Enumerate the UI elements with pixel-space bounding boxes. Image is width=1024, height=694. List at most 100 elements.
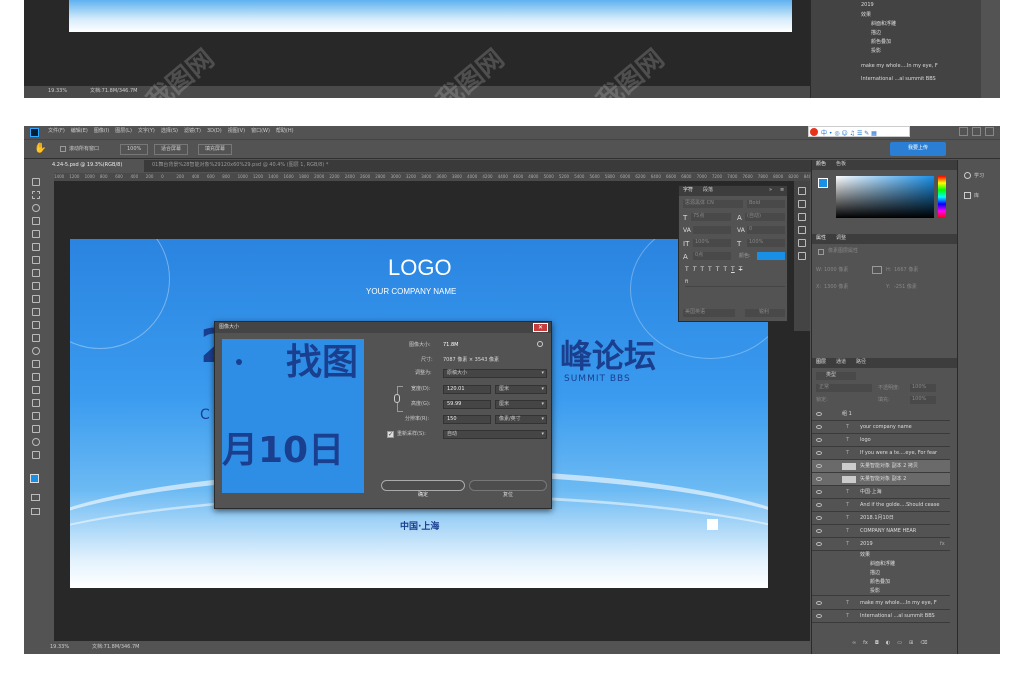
- dodge-tool-icon[interactable]: [32, 360, 40, 368]
- menu-select[interactable]: 选择(S): [161, 128, 178, 135]
- stamp-tool-icon[interactable]: [32, 295, 40, 303]
- zoom-100-button[interactable]: 100%: [120, 144, 149, 155]
- layer-row[interactable]: T If you were a te....eye, For fear: [812, 447, 950, 460]
- tab-layers[interactable]: 图层: [816, 359, 826, 366]
- library-label[interactable]: 库: [974, 193, 979, 200]
- eye-icon[interactable]: [816, 542, 822, 546]
- dialog-close-icon[interactable]: ✕: [533, 323, 548, 332]
- type-tool-icon[interactable]: [32, 386, 40, 394]
- layer-row[interactable]: T 2019 fx: [812, 538, 950, 551]
- strikethrough-button[interactable]: T: [739, 266, 743, 274]
- eye-icon[interactable]: [816, 490, 822, 494]
- hscale-input[interactable]: 100%: [747, 239, 785, 247]
- layer-row[interactable]: T And if the golde....Should cease: [812, 499, 950, 512]
- layer-row[interactable]: T 中国·上海: [812, 486, 950, 499]
- tab-channels[interactable]: 通道: [836, 359, 846, 366]
- vscale-input[interactable]: 100%: [693, 239, 731, 247]
- faux-bold-button[interactable]: T: [685, 266, 689, 274]
- props-w-value[interactable]: 1000 像素: [824, 267, 848, 274]
- menu-file[interactable]: 文件(F): [48, 128, 65, 135]
- layer-row[interactable]: Tyour company name: [812, 421, 950, 434]
- props-y-value[interactable]: -251 像素: [894, 284, 917, 291]
- res-input[interactable]: 150: [443, 415, 491, 424]
- top-layer-text1[interactable]: make my whole....In my eye, F: [861, 63, 938, 70]
- props-x-value[interactable]: 1300 像素: [824, 284, 848, 291]
- gradient-tool-icon[interactable]: [32, 334, 40, 342]
- layer-effect-item[interactable]: 颜色叠加: [812, 578, 950, 587]
- library-icon[interactable]: [964, 192, 971, 199]
- collapse-icon[interactable]: »: [769, 187, 772, 194]
- eraser-tool-icon[interactable]: [32, 321, 40, 329]
- menu-window[interactable]: 窗口(W): [251, 128, 270, 135]
- layer-effect-item[interactable]: 投影: [812, 587, 950, 596]
- zoom-tool-icon[interactable]: [32, 438, 40, 446]
- faux-italic-button[interactable]: T: [693, 266, 697, 274]
- marquee-tool-icon[interactable]: [32, 191, 40, 199]
- pen-tool-icon[interactable]: [32, 373, 40, 381]
- width-input[interactable]: 120.01: [443, 385, 491, 394]
- height-input[interactable]: 59.99: [443, 400, 491, 409]
- link-icon[interactable]: [394, 394, 400, 403]
- baseline-input[interactable]: 0点: [693, 252, 731, 260]
- mask-icon[interactable]: ◘: [875, 640, 879, 650]
- antialias-select[interactable]: 锐利: [745, 309, 785, 317]
- layer-row[interactable]: T International ...al summit BBS: [812, 610, 950, 623]
- window-max-button[interactable]: [972, 127, 981, 136]
- tab-active[interactable]: 4.24-5.psd @ 19.3%(RGB/8): [44, 160, 144, 172]
- upload-button[interactable]: 我要上传: [890, 142, 946, 156]
- fit-select[interactable]: 原稿大小 ▾: [443, 369, 547, 378]
- quick-select-icon[interactable]: [32, 217, 40, 225]
- menu-3d[interactable]: 3D(D): [207, 128, 222, 135]
- character-panel-icon[interactable]: [798, 200, 806, 208]
- hand-tool-icon[interactable]: ✋: [34, 143, 46, 154]
- kerning-input[interactable]: [693, 226, 731, 234]
- menu-view[interactable]: 视图(V): [228, 128, 245, 135]
- eye-icon[interactable]: [816, 516, 822, 520]
- new-layer-icon[interactable]: ⊞: [909, 640, 913, 650]
- layer-row-selected[interactable]: 矢量智能对象 副本 2: [812, 473, 950, 486]
- hand-tool-icon-2[interactable]: [32, 425, 40, 433]
- menu-image[interactable]: 图像(I): [94, 128, 109, 135]
- blur-tool-icon[interactable]: [32, 347, 40, 355]
- reset-button[interactable]: 复位: [469, 480, 547, 498]
- ok-button[interactable]: 确定: [381, 480, 465, 498]
- screen-mode-icon[interactable]: [31, 508, 40, 515]
- quickmask-icon[interactable]: [31, 494, 40, 501]
- tab-paths[interactable]: 路径: [856, 359, 866, 366]
- eye-icon[interactable]: [816, 614, 822, 618]
- learn-icon[interactable]: [964, 172, 971, 179]
- height-unit-select[interactable]: 厘米 ▾: [495, 400, 547, 409]
- width-unit-select[interactable]: 厘米 ▾: [495, 385, 547, 394]
- resample-select[interactable]: 自动 ▾: [443, 430, 547, 439]
- brush-tool-icon[interactable]: [32, 282, 40, 290]
- eye-icon[interactable]: [816, 464, 822, 468]
- navigator-panel-icon[interactable]: [798, 226, 806, 234]
- superscript-button[interactable]: T: [716, 266, 720, 274]
- layer-effect-item[interactable]: 描边: [812, 569, 950, 578]
- scroll-all-checkbox[interactable]: [60, 146, 66, 152]
- window-close-button[interactable]: [985, 127, 994, 136]
- opacity-input[interactable]: 100%: [910, 384, 936, 392]
- layer-row[interactable]: Tmake my whole....In my eye, F: [812, 597, 950, 610]
- tab-swatches[interactable]: 色板: [836, 161, 846, 168]
- tab-character[interactable]: 字符: [683, 187, 693, 194]
- text-color-swatch[interactable]: [757, 252, 785, 260]
- link-layers-icon[interactable]: ∞: [852, 640, 856, 650]
- window-min-button[interactable]: [959, 127, 968, 136]
- crop-tool-icon[interactable]: [32, 230, 40, 238]
- path-select-icon[interactable]: [32, 399, 40, 407]
- lasso-tool-icon[interactable]: [32, 204, 40, 212]
- hue-slider[interactable]: [938, 176, 946, 218]
- layer-effect-item[interactable]: 斜面和浮雕: [812, 560, 950, 569]
- layer-row[interactable]: T COMPANY NAME HEAR: [812, 525, 950, 538]
- subscript-button[interactable]: T: [723, 266, 727, 274]
- tab-properties[interactable]: 属性: [816, 235, 826, 242]
- tab-inactive[interactable]: 01舞台背景%28智能对象%29120x60%29.psd @ 40.4% (图…: [146, 160, 376, 172]
- color-fg-swatch[interactable]: [818, 178, 828, 188]
- history-panel-icon[interactable]: [798, 187, 806, 195]
- layer-row[interactable]: T 2018.1月10日: [812, 512, 950, 525]
- move-tool-icon[interactable]: [32, 178, 40, 186]
- menu-edit[interactable]: 编辑(E): [71, 128, 88, 135]
- tab-color[interactable]: 颜色: [816, 161, 826, 168]
- crop-panel-icon[interactable]: [798, 252, 806, 260]
